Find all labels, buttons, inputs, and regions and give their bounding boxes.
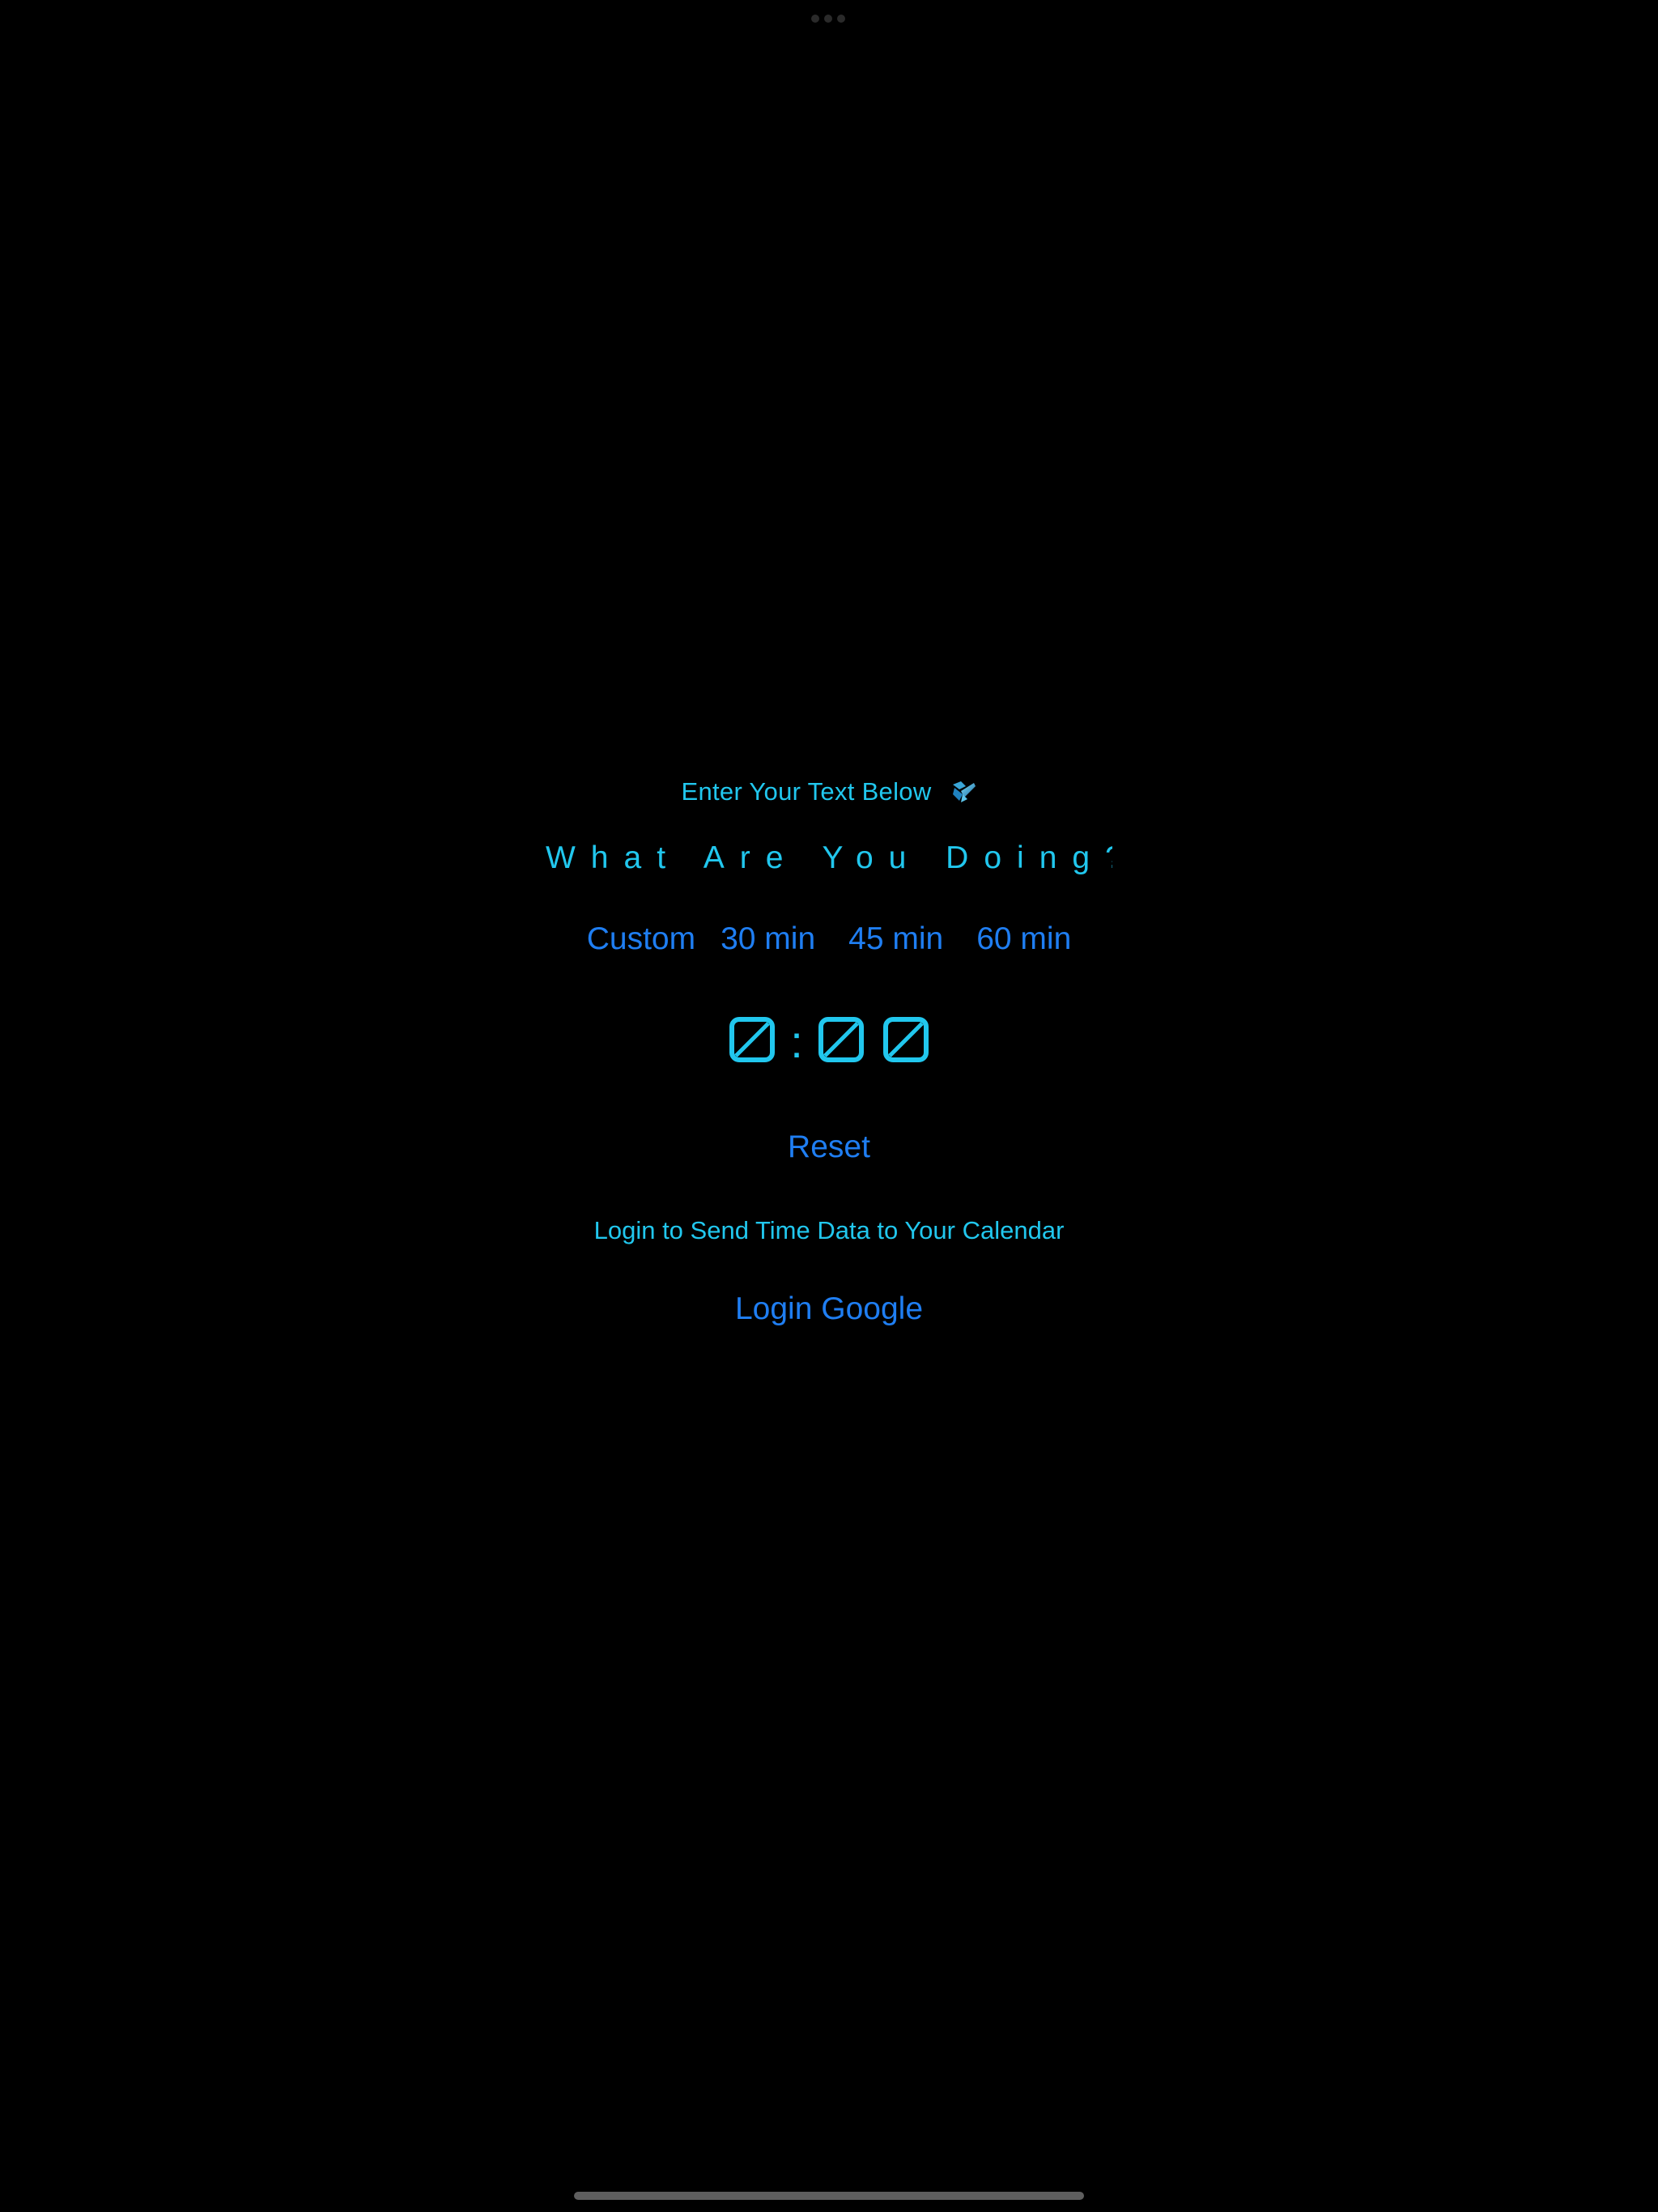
timer-digit-minutes-ones — [883, 1017, 929, 1062]
pencil-icon — [952, 781, 976, 802]
home-indicator[interactable] — [574, 2192, 1084, 2200]
timer-separator: : — [790, 1016, 803, 1067]
preset-30-min-button[interactable]: 30 min — [721, 921, 815, 957]
reset-button[interactable]: Reset — [708, 1129, 950, 1165]
preset-duration-bar: Custom 30 min 45 min 60 min — [0, 921, 1658, 957]
multitask-indicator-icon[interactable] — [811, 15, 845, 23]
dot — [811, 15, 819, 23]
login-info-text: Login to Send Time Data to Your Calendar — [593, 1216, 1065, 1244]
timer-display: : — [0, 1014, 1658, 1066]
app-screen: Enter Your Text Below Custom 30 min 45 m… — [0, 0, 1658, 2212]
timer-digit-hours — [729, 1017, 775, 1062]
dot — [824, 15, 832, 23]
prompt-row: Enter Your Text Below — [0, 777, 1658, 806]
prompt-label: Enter Your Text Below — [681, 777, 932, 806]
dot — [837, 15, 845, 23]
login-google-button[interactable]: Login Google — [667, 1291, 991, 1327]
preset-60-min-button[interactable]: 60 min — [976, 921, 1071, 957]
timer-digit-minutes-tens — [818, 1017, 864, 1062]
preset-custom-button[interactable]: Custom — [587, 921, 695, 957]
preset-45-min-button[interactable]: 45 min — [848, 921, 943, 957]
activity-input[interactable] — [546, 834, 1112, 883]
